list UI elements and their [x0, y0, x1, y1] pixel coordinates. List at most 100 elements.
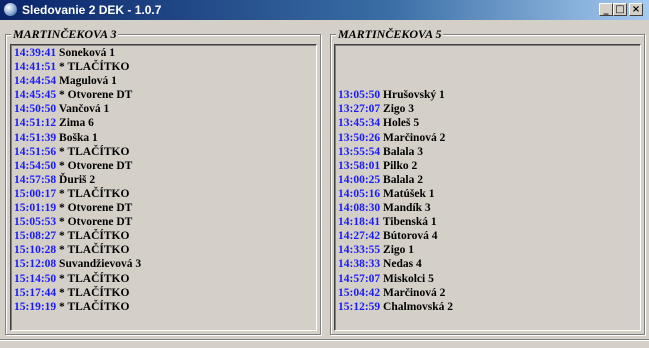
log-row[interactable]: 14:44:54 Magulová 1 [12, 74, 316, 88]
log-list-right[interactable]: 13:05:50 Hrušovský 1 13:27:07 Zigo 3 13:45… [334, 44, 641, 331]
log-row[interactable]: 14:51:56 * TLAČÍTKO [12, 145, 316, 159]
log-row[interactable]: 13:05:50 Hrušovský 1 [336, 88, 640, 102]
log-time: 14:33:55 [338, 244, 381, 257]
maximize-button[interactable]: □ [613, 3, 627, 16]
log-time: 15:00:17 [14, 187, 57, 200]
log-time: 13:45:34 [338, 117, 381, 130]
log-entry: * TLAČÍTKO [56, 187, 130, 200]
log-time: 14:51:56 [14, 145, 57, 158]
log-entry: Suvandžievová 3 [56, 258, 142, 271]
log-row[interactable]: 15:10:28 * TLAČÍTKO [12, 243, 316, 257]
log-time: 14:41:51 [14, 61, 57, 74]
log-time: 14:45:45 [14, 89, 57, 102]
log-entry: Ďuriš 2 [56, 173, 96, 186]
log-row[interactable]: 15:17:44 * TLAČÍTKO [12, 286, 316, 300]
log-entry: Holeš 5 [380, 117, 420, 130]
log-row[interactable]: 15:05:53 * Otvorene DT [12, 215, 316, 229]
log-time: 15:14:50 [14, 272, 57, 285]
log-row[interactable]: 13:45:34 Holeš 5 [336, 116, 640, 130]
log-row[interactable]: 14:38:33 Nedas 4 [336, 257, 640, 271]
log-time: 15:12:59 [338, 300, 381, 313]
log-time: 13:55:54 [338, 145, 381, 158]
log-time: 14:50:50 [14, 103, 57, 116]
blank-row [336, 74, 640, 88]
log-time: 14:57:07 [338, 272, 381, 285]
minimize-button[interactable]: _ [599, 3, 613, 16]
log-list-right-items: 13:05:50 Hrušovský 1 13:27:07 Zigo 3 13:45… [335, 45, 640, 330]
log-time: 15:08:27 [14, 230, 57, 243]
log-entry: * TLAČÍTKO [56, 300, 130, 313]
log-entry: Soneková 1 [56, 47, 115, 59]
log-row[interactable]: 13:27:07 Zigo 3 [336, 102, 640, 116]
log-entry: Zima 6 [56, 117, 94, 130]
log-time: 14:05:16 [338, 187, 381, 200]
log-time: 15:19:19 [14, 300, 57, 313]
log-entry: Matúšek 1 [380, 187, 435, 200]
log-row[interactable]: 14:05:16 Matúšek 1 [336, 187, 640, 201]
log-time: 15:05:53 [14, 216, 57, 229]
log-entry: Hrušovský 1 [380, 89, 445, 102]
log-row[interactable]: 15:00:17 * TLAČÍTKO [12, 187, 316, 201]
log-entry: * TLAČÍTKO [56, 244, 130, 257]
log-time: 14:51:12 [14, 117, 57, 130]
blank-row [336, 46, 640, 60]
log-row[interactable]: 13:55:54 Balala 3 [336, 145, 640, 159]
log-row[interactable]: 14:51:12 Zima 6 [12, 116, 316, 130]
log-row[interactable]: 13:50:26 Marčinová 2 [336, 131, 640, 145]
log-time: 14:08:30 [338, 202, 381, 215]
log-row[interactable]: 14:50:50 Vančová 1 [12, 102, 316, 116]
title-bar[interactable]: Sledovanie 2 DEK - 1.0.7 _ □ × [0, 0, 649, 20]
log-row[interactable]: 14:41:51 * TLAČÍTKO [12, 60, 316, 74]
log-row[interactable]: 14:18:41 Tibenská 1 [336, 215, 640, 229]
log-time: 14:38:33 [338, 258, 381, 271]
log-time: 15:04:42 [338, 286, 381, 299]
log-row[interactable]: 15:08:27 * TLAČÍTKO [12, 229, 316, 243]
log-row[interactable]: 14:54:50 * Otvorene DT [12, 159, 316, 173]
log-entry: Boška 1 [56, 131, 98, 144]
log-list-left[interactable]: 14:39:41 Soneková 1 14:41:51 * TLAČÍTKO 14… [10, 44, 317, 331]
log-row[interactable]: 15:01:19 * Otvorene DT [12, 201, 316, 215]
log-time: 14:18:41 [338, 216, 381, 229]
log-time: 15:17:44 [14, 286, 57, 299]
log-entry: Zigo 1 [380, 244, 415, 257]
log-time: 14:00:25 [338, 173, 381, 186]
log-row[interactable]: 15:04:42 Marčinová 2 [336, 286, 640, 300]
log-row[interactable]: 15:12:08 Suvandžievová 3 [12, 257, 316, 271]
log-entry: Marčinová 2 [380, 286, 446, 299]
log-row[interactable]: 14:57:58 Ďuriš 2 [12, 173, 316, 187]
log-entry: * TLAČÍTKO [56, 286, 130, 299]
log-row[interactable]: 14:00:25 Balala 2 [336, 173, 640, 187]
log-list-left-items: 14:39:41 Soneková 1 14:41:51 * TLAČÍTKO 14… [11, 45, 316, 330]
log-time: 14:39:41 [14, 47, 57, 59]
log-row[interactable]: 14:45:45 * Otvorene DT [12, 88, 316, 102]
close-button[interactable]: × [629, 3, 643, 16]
log-entry: Chalmovská 2 [380, 300, 454, 313]
log-row[interactable]: 14:51:39 Boška 1 [12, 131, 316, 145]
log-entry: * TLAČÍTKO [56, 61, 130, 74]
window-title: Sledovanie 2 DEK - 1.0.7 [22, 3, 162, 17]
log-time: 15:01:19 [14, 202, 57, 215]
log-row[interactable]: 14:33:55 Zigo 1 [336, 243, 640, 257]
log-entry: Zigo 3 [380, 103, 415, 116]
log-row[interactable]: 14:57:07 Miskolci 5 [336, 272, 640, 286]
log-time: 14:57:58 [14, 173, 57, 186]
log-entry: * Otvorene DT [56, 202, 133, 215]
log-row[interactable]: 15:19:19 * TLAČÍTKO [12, 300, 316, 314]
log-entry: Nedas 4 [380, 258, 422, 271]
log-entry: * TLAČÍTKO [56, 145, 130, 158]
log-row[interactable]: 14:08:30 Mandík 3 [336, 201, 640, 215]
log-time: 14:44:54 [14, 75, 57, 88]
log-entry: Miskolci 5 [380, 272, 434, 285]
log-row[interactable]: 14:27:42 Bútorová 4 [336, 229, 640, 243]
log-entry: Vančová 1 [56, 103, 110, 116]
log-time: 13:05:50 [338, 89, 381, 102]
log-row[interactable]: 15:14:50 * TLAČÍTKO [12, 272, 316, 286]
log-row[interactable]: 14:39:41 Soneková 1 [12, 46, 316, 60]
app-icon[interactable] [4, 3, 17, 16]
log-entry: * TLAČÍTKO [56, 230, 130, 243]
log-time: 13:58:01 [338, 159, 381, 172]
log-time: 15:10:28 [14, 244, 57, 257]
log-row[interactable]: 15:12:59 Chalmovská 2 [336, 300, 640, 314]
log-row[interactable]: 13:58:01 Pilko 2 [336, 159, 640, 173]
log-entry: Pilko 2 [380, 159, 418, 172]
